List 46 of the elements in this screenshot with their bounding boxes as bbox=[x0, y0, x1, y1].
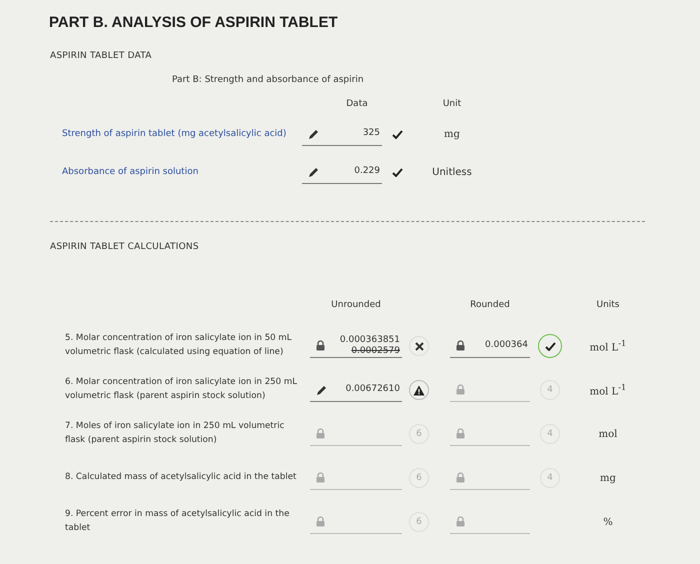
row-label: Strength of aspirin tablet (mg acetylsalicylic acid) bbox=[62, 129, 286, 139]
attempts-badge: 4 bbox=[540, 468, 560, 488]
lock-icon bbox=[456, 384, 465, 395]
attempts-badge: 6 bbox=[409, 512, 429, 532]
page-title: PART B. ANALYSIS OF ASPIRIN TABLET bbox=[48, 13, 339, 31]
units-text: % bbox=[602, 516, 614, 528]
pencil-icon[interactable] bbox=[316, 384, 328, 396]
column-header: Units bbox=[595, 300, 620, 312]
question-text: 7. Moles of iron salicylate ion in 250 mL volumetric flask (parent aspirin stock solution) bbox=[65, 420, 286, 447]
question-text: 9. Percent error in mass of acetylsalicylic acid in the tablet bbox=[65, 508, 290, 535]
lock-icon bbox=[456, 516, 465, 527]
table-title: Part B: Strength and absorbance of aspirin bbox=[172, 75, 365, 85]
lock-icon bbox=[456, 340, 465, 351]
section-heading: ASPIRIN TABLET CALCULATIONS bbox=[49, 242, 200, 252]
answer-field[interactable]: 0.000364 bbox=[450, 334, 530, 358]
lock-icon bbox=[316, 340, 325, 351]
units-text: mg bbox=[599, 472, 617, 484]
question-text: 8. Calculated mass of acetylsalicylic acid in the tablet bbox=[65, 471, 296, 484]
attempts-badge: 6 bbox=[409, 468, 429, 488]
unit-text: Unitless bbox=[431, 166, 473, 178]
answer-field[interactable]: 0.00672610 bbox=[310, 378, 402, 402]
units-text: mol bbox=[598, 428, 618, 440]
question-text: 5. Molar concentration of iron salicylate ion in 50 mL volumetric flask (calculated using equation of line) bbox=[65, 332, 293, 359]
section-heading: ASPIRIN TABLET DATA bbox=[49, 51, 153, 61]
lock-icon bbox=[456, 428, 465, 439]
column-header: Unrounded bbox=[330, 300, 382, 312]
pencil-icon[interactable] bbox=[308, 128, 320, 140]
units-text: mol L$^{-1}$ bbox=[588, 382, 628, 398]
column-header: Unit bbox=[442, 98, 462, 111]
column-header: Data bbox=[345, 98, 369, 111]
answer-field[interactable]: 0.000363851 0.0002579 bbox=[310, 334, 402, 358]
units-text: mol L$^{-1}$ bbox=[588, 338, 628, 354]
row-label: Absorbance of aspirin solution bbox=[62, 167, 198, 177]
unit-text: mg bbox=[443, 128, 461, 140]
attempts-badge: 4 bbox=[540, 424, 560, 444]
lock-icon bbox=[316, 428, 325, 439]
column-header: Rounded bbox=[469, 300, 511, 312]
attempts-badge: 4 bbox=[540, 380, 560, 400]
lock-icon bbox=[316, 516, 325, 527]
lock-icon bbox=[316, 472, 325, 483]
lock-icon bbox=[456, 472, 465, 483]
answer-field[interactable]: 0.229 bbox=[302, 160, 382, 184]
answer-field[interactable]: 325 bbox=[302, 122, 382, 146]
attempts-badge: 6 bbox=[409, 424, 429, 444]
pencil-icon[interactable] bbox=[308, 166, 320, 178]
question-text: 6. Molar concentration of iron salicylate ion in 250 mL volumetric flask (parent aspirin stock solution) bbox=[65, 376, 298, 403]
